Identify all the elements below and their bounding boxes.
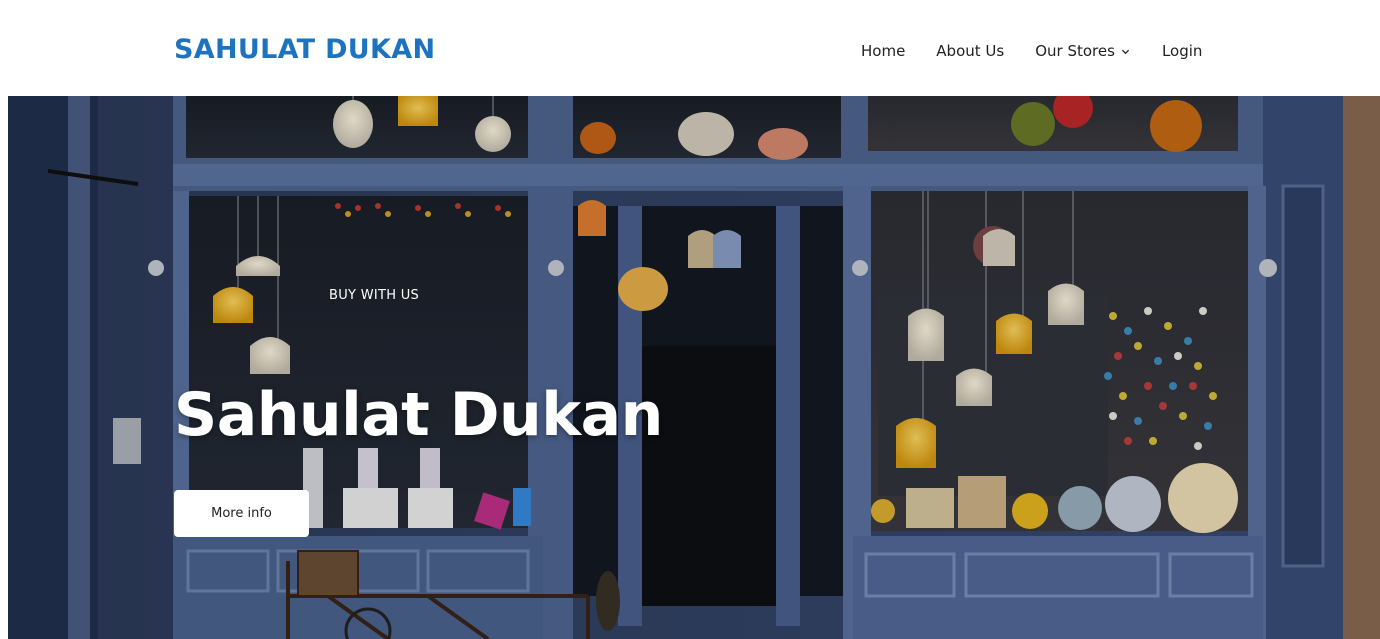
nav-login[interactable]: Login bbox=[1162, 42, 1202, 60]
hero-banner: BUY WITH US Sahulat Dukan More info bbox=[8, 96, 1380, 639]
nav-our-stores-label: Our Stores bbox=[1035, 42, 1115, 60]
brand-logo-text[interactable]: SAHULAT DUKAN bbox=[174, 34, 435, 65]
nav-our-stores[interactable]: Our Stores bbox=[1035, 42, 1130, 60]
site-header: SAHULAT DUKAN Home About Us Our Stores L… bbox=[0, 0, 1380, 96]
main-nav: Home About Us Our Stores Login bbox=[861, 42, 1202, 60]
storefront-photo bbox=[8, 96, 1380, 639]
hero-kicker: BUY WITH US bbox=[329, 288, 420, 303]
chevron-down-icon bbox=[1121, 49, 1130, 54]
nav-home[interactable]: Home bbox=[861, 42, 905, 60]
nav-about-us[interactable]: About Us bbox=[936, 42, 1004, 60]
hero-title: Sahulat Dukan bbox=[174, 380, 663, 450]
more-info-button[interactable]: More info bbox=[174, 490, 309, 537]
